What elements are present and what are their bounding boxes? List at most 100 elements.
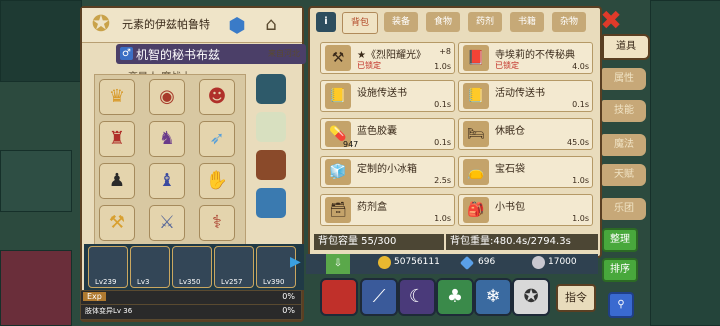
job-exp-bar: 肢体变异Lv 36 0% xyxy=(80,304,302,320)
character-name: 机智的秘书布兹 xyxy=(136,48,221,62)
ring-icon[interactable] xyxy=(256,112,286,142)
helmet-icon: ◉ xyxy=(159,86,175,107)
sort-button[interactable]: 整理 xyxy=(602,228,638,252)
frost-button[interactable]: ❄ xyxy=(474,278,512,316)
bag-item[interactable]: ⚒ ★《烈阳耀光》 已锁定 +8 1.0s xyxy=(320,42,455,74)
cape-icon: ♞ xyxy=(158,128,176,149)
bag-weight: 背包重量:480.4s/2794.3s xyxy=(446,234,598,250)
team-bar: Lv239 Lv3 Lv350 Lv257 Lv390 xyxy=(84,244,304,290)
bracelet-icon[interactable] xyxy=(256,188,286,218)
item-time: 4.0s xyxy=(572,62,589,71)
equip-slot-armor[interactable]: ♜ xyxy=(99,121,135,157)
item-time: 1.0s xyxy=(572,214,589,223)
team-member[interactable]: Lv350 xyxy=(172,246,212,288)
stat-book-button[interactable] xyxy=(320,278,358,316)
gold-coin-icon xyxy=(378,256,391,269)
equip-slot-staff[interactable]: ⚕ xyxy=(199,205,235,241)
bag-item[interactable]: 📕 寺埃莉的不传秘典 已锁定 4.0s xyxy=(458,42,593,74)
potion-box-icon: 🗃 xyxy=(325,197,351,223)
equip-slot-helmet[interactable]: ◉ xyxy=(149,79,185,115)
team-member[interactable]: Lv257 xyxy=(214,246,254,288)
equip-slot-robe[interactable]: ♟ xyxy=(99,163,135,199)
male-icon: ♂ xyxy=(120,47,133,60)
character-title: 元素的伊兹帕鲁特 xyxy=(122,18,210,31)
job-label: 肢体变异Lv 36 xyxy=(85,307,133,315)
item-time: 0.1s xyxy=(572,100,589,109)
side-tab-magic[interactable]: 魔法 xyxy=(602,134,646,156)
equip-slot-hammer[interactable]: ⚒ xyxy=(99,205,135,241)
bag-item[interactable]: 🗃 药剂盒 1.0s xyxy=(320,194,455,226)
item-time: 2.5s xyxy=(434,176,451,185)
fridge-icon: 🧊 xyxy=(325,159,351,185)
staff-icon: ⚕ xyxy=(212,212,222,233)
close-icon[interactable]: ✖ xyxy=(598,8,624,34)
equip-slot-cape[interactable]: ♞ xyxy=(149,121,185,157)
map-tile xyxy=(0,150,72,212)
hanger-icon[interactable]: ⌂ xyxy=(258,12,284,38)
command-button[interactable]: 指令 xyxy=(556,284,596,312)
side-tab-skills[interactable]: 技能 xyxy=(602,100,646,122)
side-tab-talent[interactable]: 天赋 xyxy=(602,164,646,186)
star-button[interactable]: ✪ xyxy=(512,278,550,316)
item-lock-status: 已锁定 xyxy=(495,61,519,70)
tab-misc[interactable]: 杂物 xyxy=(552,12,586,32)
crest-icon: ✪ xyxy=(91,12,111,37)
mask-icon: ☻ xyxy=(207,86,227,107)
side-tab-attributes[interactable]: 属性 xyxy=(602,68,646,90)
equip-slot-coat[interactable]: ♝ xyxy=(149,163,185,199)
team-next-arrow[interactable]: ▶ xyxy=(290,254,301,270)
tab-food[interactable]: 食物 xyxy=(426,12,460,32)
search-icon[interactable]: ⚲ xyxy=(608,292,634,318)
book-icon: 📕 xyxy=(463,45,489,71)
currency-bar: ⇩ 50756111 696 17000 xyxy=(306,254,598,274)
team-member[interactable]: Lv3 xyxy=(130,246,170,288)
bag-item[interactable]: 👝 宝石袋 1.0s xyxy=(458,156,593,188)
equip-slot-mask[interactable]: ☻ xyxy=(199,79,235,115)
bag-item[interactable]: 📒 活动传送书 0.1s xyxy=(458,80,593,112)
rank-icon[interactable]: ⬢ xyxy=(224,12,250,38)
item-count: 947 xyxy=(343,140,359,149)
side-tab-items[interactable]: 道具 xyxy=(602,34,650,60)
tab-bag[interactable]: 背包 xyxy=(342,12,378,34)
order-button[interactable]: 排序 xyxy=(602,258,638,282)
gloves-icon: ✋ xyxy=(205,170,229,191)
bag-item[interactable]: 🛏 休眠仓 45.0s xyxy=(458,118,593,150)
exp-value: 0% xyxy=(282,292,295,301)
team-member[interactable]: Lv239 xyxy=(88,246,128,288)
item-name: 定制的小冰箱 xyxy=(357,164,417,175)
hammer-icon: ⚒ xyxy=(325,45,351,71)
equip-slot-wings[interactable]: ➶ xyxy=(199,121,235,157)
job-value: 0% xyxy=(282,306,295,315)
magic-swirl-button[interactable]: ☾ xyxy=(398,278,436,316)
robe-icon: ♟ xyxy=(108,170,126,191)
team-member-level: Lv239 xyxy=(95,278,117,286)
tab-equipment[interactable]: 装备 xyxy=(384,12,418,32)
equip-slot-crown[interactable]: ♛ xyxy=(99,79,135,115)
tab-potion[interactable]: 药剂 xyxy=(468,12,502,32)
item-name: 宝石袋 xyxy=(495,164,525,175)
skill-slash-button[interactable]: ⟋ xyxy=(360,278,398,316)
tab-books[interactable]: 书籍 xyxy=(510,12,544,32)
bag-item[interactable]: 🎒 小书包 1.0s xyxy=(458,194,593,226)
bag-item[interactable]: 📒 设施传送书 0.1s xyxy=(320,80,455,112)
item-time: 1.0s xyxy=(434,62,451,71)
side-tab-band[interactable]: 乐团 xyxy=(602,198,646,220)
info-icon[interactable]: i xyxy=(316,12,336,32)
gold-amount: 50756111 xyxy=(394,257,440,267)
horse-icon[interactable] xyxy=(256,74,286,104)
diamond-icon xyxy=(459,255,475,271)
item-name: 设施传送书 xyxy=(357,88,407,99)
equip-slot-sword[interactable]: ⚔ xyxy=(149,205,185,241)
tree-button[interactable]: ♣ xyxy=(436,278,474,316)
sword-icon: ⚔ xyxy=(158,212,176,233)
bag-item[interactable]: 💊 947 蓝色胶囊 0.1s xyxy=(320,118,455,150)
character-header: ✪ 元素的伊兹帕鲁特 ⬢ ⌂ xyxy=(82,8,302,43)
side-stats-column xyxy=(244,74,298,244)
crest-badge-icon[interactable] xyxy=(256,150,286,180)
equip-slot-gloves[interactable]: ✋ xyxy=(199,163,235,199)
team-member-level: Lv350 xyxy=(179,278,201,286)
team-member-level: Lv3 xyxy=(137,278,150,286)
silver-coin-icon xyxy=(532,256,545,269)
bag-item[interactable]: 🧊 定制的小冰箱 2.5s xyxy=(320,156,455,188)
export-icon[interactable]: ⇩ xyxy=(326,254,350,274)
